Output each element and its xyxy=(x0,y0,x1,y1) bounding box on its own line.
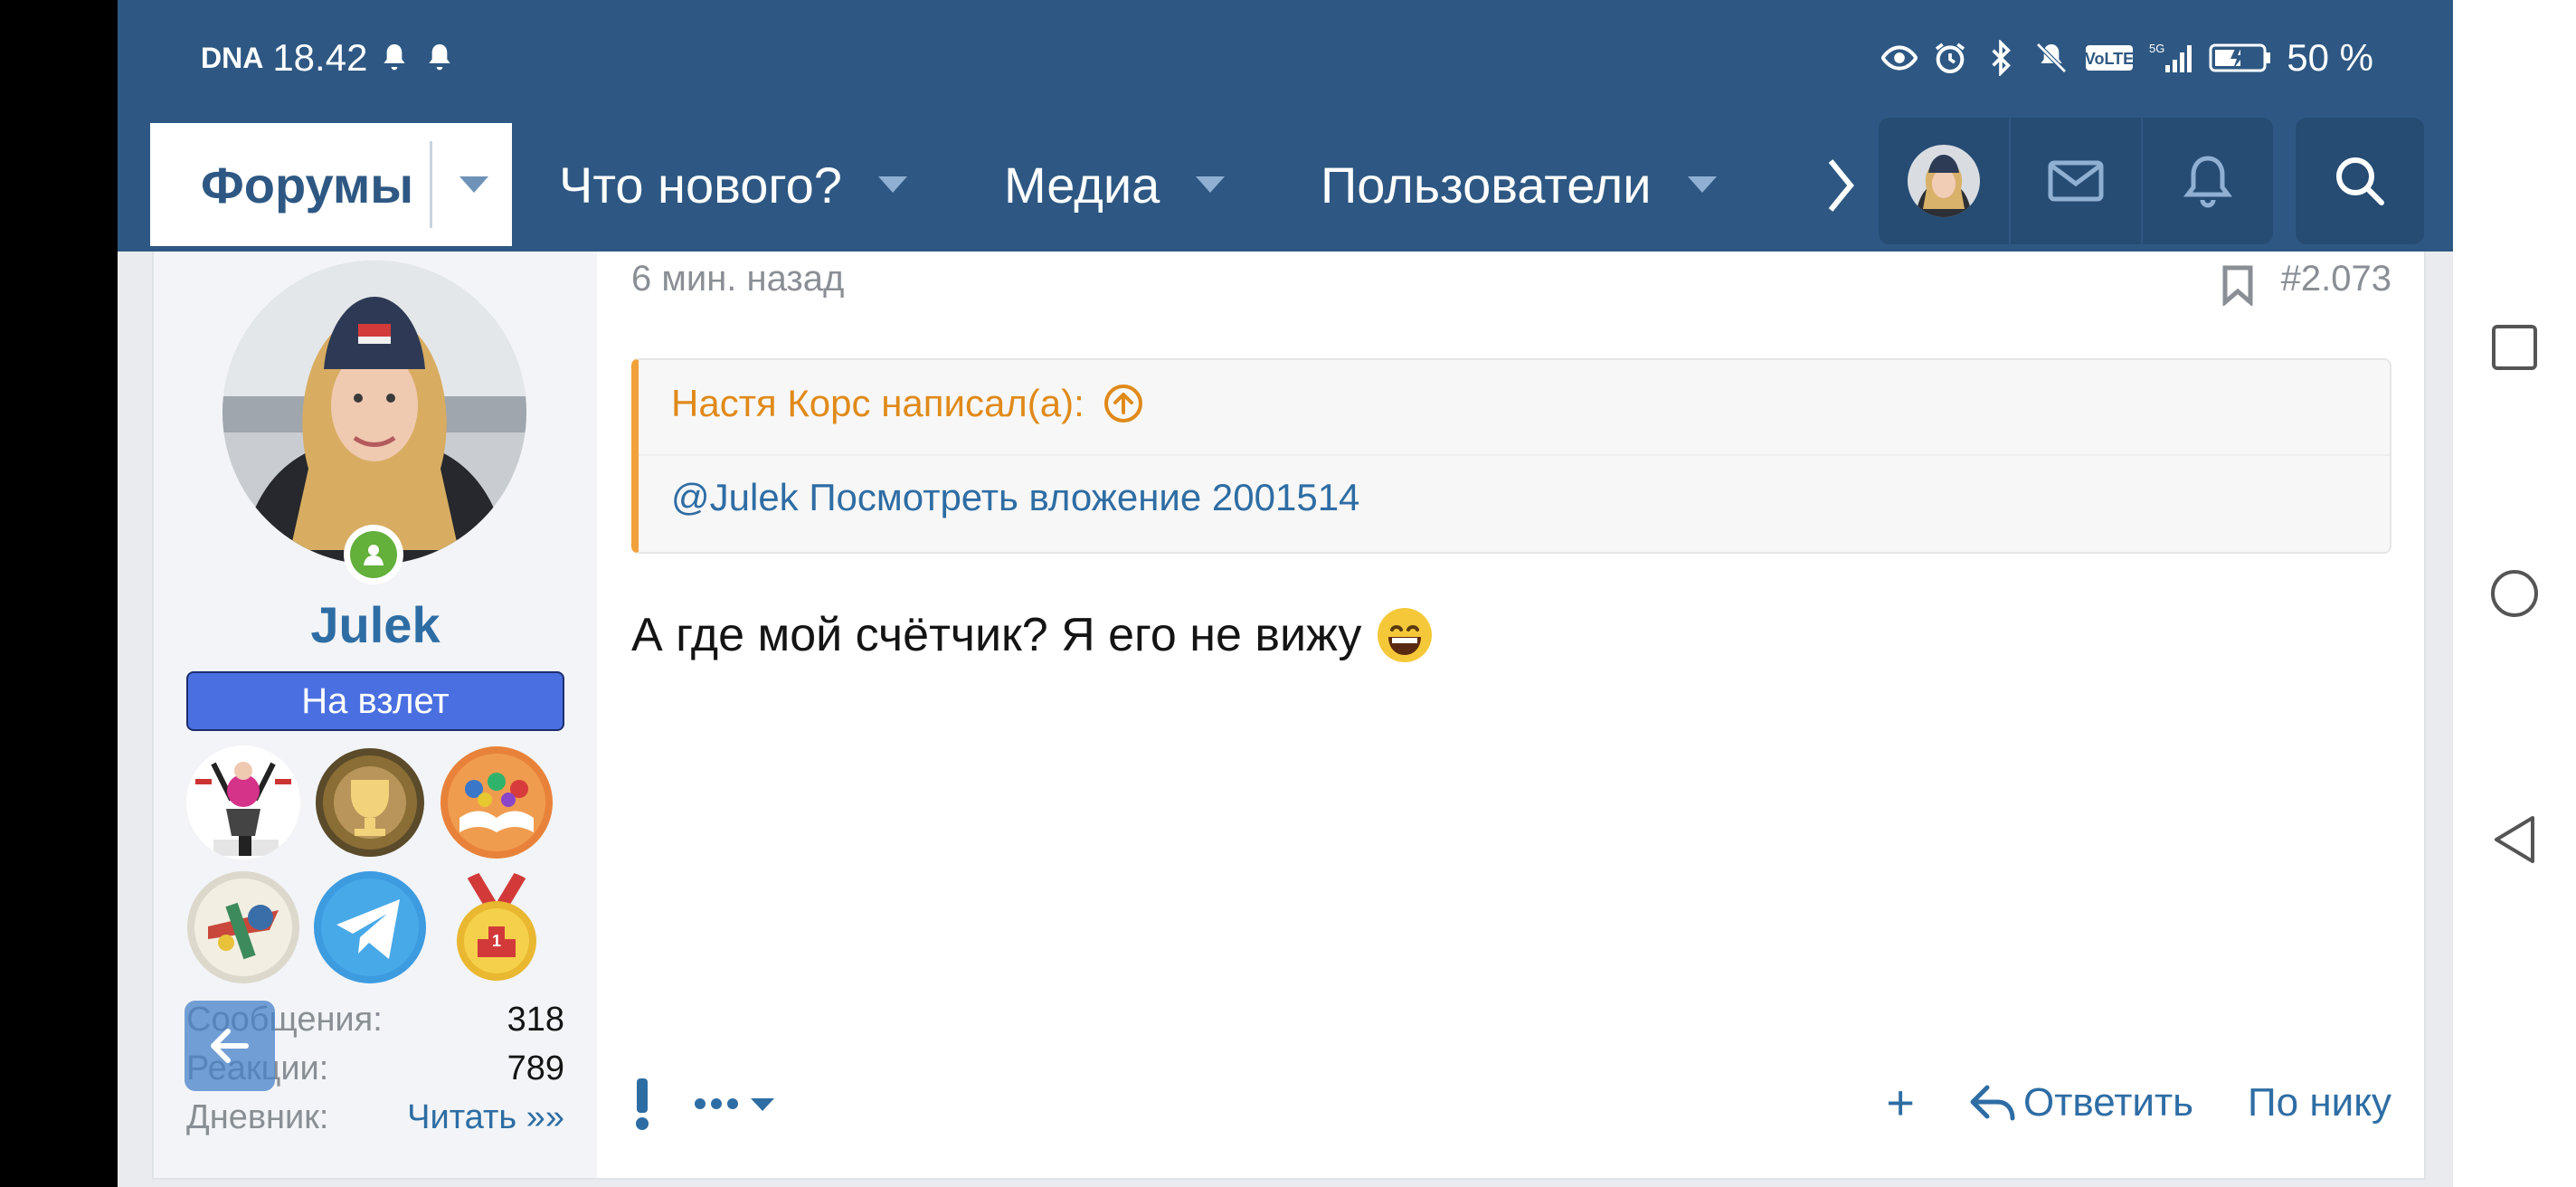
user-online-icon xyxy=(350,531,397,578)
arrow-up-circle-icon[interactable] xyxy=(1103,383,1144,424)
eye-icon xyxy=(1881,45,1918,71)
signal-icon: 5G xyxy=(2149,42,2192,72)
reply-label: Ответить xyxy=(2022,1080,2194,1125)
chevron-down-icon[interactable] xyxy=(877,176,907,193)
stat-value: 318 xyxy=(507,1000,564,1039)
alerts-button[interactable] xyxy=(2143,118,2273,244)
tab-forums[interactable]: Форумы xyxy=(150,123,512,246)
reading-community-icon[interactable] xyxy=(440,745,554,859)
quote-divider xyxy=(639,454,2390,456)
tab-members-label: Пользователи xyxy=(1321,156,1652,214)
post-number-link[interactable]: #2.073 xyxy=(2281,259,2391,299)
gold-cup-medal-icon[interactable] xyxy=(313,745,427,859)
reply-button[interactable]: Ответить xyxy=(1969,1080,2193,1125)
post-actions-left xyxy=(631,1075,776,1133)
quote-author: Настя Корс написал(а): xyxy=(671,382,1084,424)
battery-percentage: 50 % xyxy=(2287,36,2373,79)
quote-block: Настя Корс написал(а): @Julek Посмотреть… xyxy=(631,358,2391,554)
account-tools xyxy=(1879,118,2273,244)
alarm-icon xyxy=(1936,43,1965,73)
tab-members[interactable]: Пользователи xyxy=(1321,127,1717,242)
search-icon xyxy=(2336,157,2384,205)
carrier-label: DNA xyxy=(201,41,264,74)
forum-post: Julek На взлет 1 Сообщения: 318 Реакции:… xyxy=(152,252,2426,1180)
status-bar: DNA 18.42 VoLTE 5G 50 % xyxy=(118,0,2453,118)
svg-text:1: 1 xyxy=(492,932,501,950)
mail-icon xyxy=(2048,160,2104,202)
chevron-down-icon[interactable] xyxy=(1687,176,1717,193)
tab-whats-new-label: Что нового? xyxy=(559,156,842,214)
chevron-down-icon[interactable] xyxy=(459,176,489,193)
clock: 18.42 xyxy=(272,36,368,79)
notification-bell-icon xyxy=(384,44,406,71)
reply-icon xyxy=(1970,1085,2015,1121)
floating-back-button[interactable] xyxy=(185,1001,275,1091)
tab-media[interactable]: Медиа xyxy=(1004,127,1226,242)
author-avatar-image xyxy=(223,261,526,565)
post-date-link[interactable]: 6 мин. назад xyxy=(631,259,844,299)
first-place-medal-icon[interactable]: 1 xyxy=(440,870,554,984)
tab-media-label: Медиа xyxy=(1004,156,1160,214)
author-username[interactable]: Julek xyxy=(154,595,597,654)
hockey-trophy-icon[interactable] xyxy=(186,745,300,859)
circle-home-icon xyxy=(2491,570,2538,617)
online-status-indicator xyxy=(344,525,403,584)
stat-row-diary: Дневник: Читать »» xyxy=(186,1093,564,1142)
notification-bell-icon xyxy=(429,44,451,71)
triangle-back-icon xyxy=(2495,816,2534,863)
post-actions-right: + Ответить По нику xyxy=(1886,1075,2391,1131)
stat-label: Дневник: xyxy=(186,1097,329,1136)
home-button[interactable] xyxy=(2489,568,2540,619)
post-message: А где мой счётчик? Я его не вижу xyxy=(631,606,1434,664)
report-exclamation-icon[interactable] xyxy=(631,1075,653,1133)
mute-icon xyxy=(2036,43,2068,73)
post-author-sidebar: Julek На взлет 1 Сообщения: 318 Реакции:… xyxy=(154,252,597,1178)
post-main: 6 мин. назад #2.073 Настя Корс написал(а… xyxy=(597,252,2424,1178)
back-button[interactable] xyxy=(2489,814,2540,865)
square-recents-icon xyxy=(2492,325,2537,370)
post-message-text: А где мой счётчик? Я его не вижу xyxy=(631,609,1362,661)
bell-icon xyxy=(2183,156,2232,208)
bookmark-icon[interactable] xyxy=(2220,264,2256,306)
grinning-emoji-icon xyxy=(1378,608,1433,662)
stat-value: 789 xyxy=(507,1049,564,1087)
svg-text:5G: 5G xyxy=(2149,42,2164,55)
trophy-grid: 1 xyxy=(186,745,566,984)
chevron-down-icon xyxy=(751,1098,774,1111)
android-navigation-bar xyxy=(2453,0,2576,1187)
quote-body[interactable]: @Julek Посмотреть вложение 2001514 xyxy=(671,476,1359,519)
status-right: VoLTE 5G 50 % xyxy=(1881,36,2373,80)
diary-link[interactable]: Читать »» xyxy=(407,1098,564,1137)
forum-navigation: Форумы Что нового? Медиа Пользователи xyxy=(118,118,2453,252)
tab-separator xyxy=(430,141,433,228)
account-avatar-button[interactable] xyxy=(1879,118,2011,244)
svg-text:VoLTE: VoLTE xyxy=(2085,50,2134,68)
status-left: DNA 18.42 xyxy=(201,36,458,80)
by-nick-button[interactable]: По нику xyxy=(2248,1080,2391,1125)
search-button[interactable] xyxy=(2296,118,2424,244)
inbox-button[interactable] xyxy=(2011,118,2143,244)
tab-whats-new[interactable]: Что нового? xyxy=(559,127,907,242)
quote-header[interactable]: Настя Корс написал(а): xyxy=(671,382,1144,425)
toy-plane-badge-icon[interactable] xyxy=(186,870,300,984)
avatar-icon xyxy=(1908,145,1980,217)
app-screen: DNA 18.42 VoLTE 5G 50 % Форумы Что новог… xyxy=(118,0,2453,1187)
chevron-right-icon[interactable] xyxy=(1818,154,1863,217)
telegram-icon[interactable] xyxy=(313,870,427,984)
arrow-left-icon xyxy=(211,1029,249,1063)
battery-icon xyxy=(2209,43,2271,72)
more-options-button[interactable] xyxy=(693,1095,776,1113)
user-title-badge: На взлет xyxy=(186,671,564,731)
tab-forums-label: Форумы xyxy=(201,156,414,214)
bluetooth-icon xyxy=(1992,40,2012,76)
author-avatar[interactable] xyxy=(223,261,526,565)
multi-quote-button[interactable]: + xyxy=(1886,1075,1915,1131)
chevron-down-icon[interactable] xyxy=(1196,176,1226,193)
recents-button[interactable] xyxy=(2489,322,2540,373)
ellipsis-icon xyxy=(695,1098,738,1109)
volte-icon: VoLTE xyxy=(2085,45,2134,71)
